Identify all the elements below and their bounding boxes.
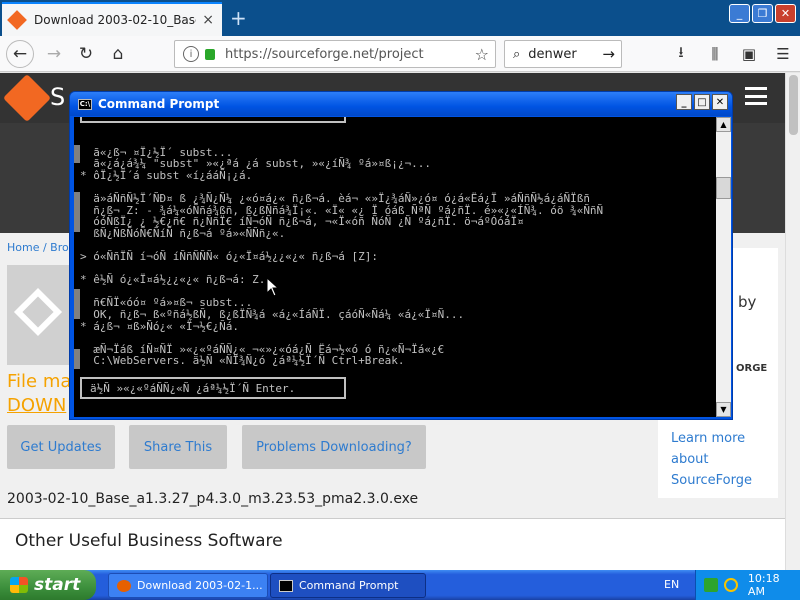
file-heading: File ma xyxy=(7,371,72,392)
toolbar-right: ⭳ ⫼ ▣ ☰ xyxy=(668,40,796,68)
close-tab-icon[interactable]: × xyxy=(202,12,214,28)
home-icon[interactable]: ⌂ xyxy=(104,40,132,68)
breadcrumb[interactable]: Home / Bro xyxy=(7,241,69,254)
cmd-line: ä»áÑñÑ½Ï´ÑÐ¤ ß ¿¾Ñ¿Ñ¼ ¿«ó¤á¿« ñ¿ß¬á. èá¬… xyxy=(80,191,590,205)
cmd-line: óóÑßÏ¿ ¿ ½€¿ñ€ ñ¿ÑñÏ€ íÑ¬óÑ ñ¿ß¬á, ¬«Ï«ó… xyxy=(80,215,524,229)
taskbar-item-cmd[interactable]: Command Prompt xyxy=(270,573,426,598)
site-info-icon[interactable]: i xyxy=(183,46,199,62)
system-tray: 10:18 AM xyxy=(695,570,800,600)
cmd-line xyxy=(80,135,710,147)
cmd-line xyxy=(80,332,710,344)
cmd-marker xyxy=(74,289,80,319)
download-link[interactable]: DOWN xyxy=(7,395,66,416)
sf-logo-letter: S xyxy=(50,83,66,111)
taskbar-item-label: Download 2003-02-1... xyxy=(137,579,263,592)
project-logo-icon xyxy=(13,287,63,337)
url-text: https://sourceforge.net/project xyxy=(225,46,424,62)
learn-more-link[interactable]: Learn more about SourceForge xyxy=(671,428,771,491)
library-icon[interactable]: ⫼ xyxy=(702,40,728,68)
command-prompt-window[interactable]: C:\ Command Prompt _ □ ✕ ã«¿ß¬ ¤Ï¿½Ï´ su… xyxy=(69,91,733,420)
url-bar[interactable]: i https://sourceforge.net/project ☆ xyxy=(174,40,496,68)
taskbar-item-label: Command Prompt xyxy=(299,579,399,592)
share-this-button[interactable]: Share This xyxy=(129,425,227,469)
cmd-marker xyxy=(74,192,80,232)
sourceforge-favicon-icon xyxy=(7,10,27,30)
cmd-marker xyxy=(74,349,80,369)
cmd-marker xyxy=(74,145,80,163)
download-icon[interactable]: ⭳ xyxy=(668,40,694,68)
search-input[interactable]: ⌕ denwer → xyxy=(504,40,622,68)
cmd-line: * ôÏ¿½Ï´á subst «í¿ááÑ¡¿á. xyxy=(80,168,253,182)
cmd-scroll-down-icon[interactable]: ▼ xyxy=(716,402,731,417)
page-scroll-thumb[interactable] xyxy=(789,75,798,135)
network-icon[interactable] xyxy=(704,578,718,592)
minimize-icon[interactable]: _ xyxy=(729,4,750,23)
tab-title: Download 2003-02-10_Base_a1.3 xyxy=(34,13,196,27)
cmd-taskbar-icon xyxy=(279,579,293,592)
menu-icon[interactable]: ☰ xyxy=(770,40,796,68)
cmd-window-controls: _ □ ✕ xyxy=(676,94,728,110)
language-indicator[interactable]: EN xyxy=(664,578,679,591)
sidebar-icon[interactable]: ▣ xyxy=(736,40,762,68)
cmd-scrollbar[interactable]: ▲ ▼ xyxy=(716,117,731,417)
browser-tab[interactable]: Download 2003-02-10_Base_a1.3 × xyxy=(2,2,222,36)
file-name: 2003-02-10_Base_a1.3.27_p4.3.0_m3.23.53_… xyxy=(7,491,419,507)
ad-forge-text: ORGE xyxy=(736,363,768,374)
problems-downloading-button[interactable]: Problems Downloading? xyxy=(242,425,426,469)
clock: 10:18 AM xyxy=(747,572,780,598)
search-tray-icon[interactable] xyxy=(723,578,738,592)
reload-icon[interactable]: ↻ xyxy=(72,40,100,68)
cmd-line: C:\WebServers. ä½Ñ «ÑÏ¾Ñ¿ó ¿áª¼½Ï´Ñ Ctrl… xyxy=(80,354,405,368)
cmd-output: ã«¿ß¬ ¤Ï¿½Ï´ subst... ã«¿á¿á¾¼ "subst" »… xyxy=(80,135,710,378)
bookmark-star-icon[interactable]: ☆ xyxy=(475,45,489,64)
other-software-heading: Other Useful Business Software xyxy=(15,531,283,551)
cmd-line: ßÑ¿ÑßÑóÑ€ÑíÑ ñ¿ß¬á ºá»«ÑÑñ¿«. xyxy=(80,226,286,240)
taskbar: start Download 2003-02-1... Command Prom… xyxy=(0,570,800,600)
cmd-scroll-thumb[interactable] xyxy=(716,177,731,199)
start-label: start xyxy=(34,575,81,595)
sourceforge-logo-icon[interactable] xyxy=(2,73,52,123)
cmd-app-icon: C:\ xyxy=(78,98,92,110)
taskbar-item-firefox[interactable]: Download 2003-02-1... xyxy=(108,573,268,598)
firefox-icon xyxy=(117,579,131,592)
cmd-line: * á¿ß¬ ¤ß»Ñó¿« «Ï¬½€¿Ñá. xyxy=(80,319,239,333)
cmd-title-bar[interactable]: C:\ Command Prompt _ □ ✕ xyxy=(70,92,732,116)
cmd-maximize-icon[interactable]: □ xyxy=(694,94,710,110)
project-logo xyxy=(7,265,69,365)
windows-logo-icon xyxy=(10,577,28,593)
page-scrollbar[interactable] xyxy=(785,73,800,570)
window-controls: _ ❐ ✕ xyxy=(729,4,796,23)
cmd-console[interactable]: ã«¿ß¬ ¤Ï¿½Ï´ subst... ã«¿á¿á¾¼ "subst" »… xyxy=(74,117,716,417)
cmd-scroll-up-icon[interactable]: ▲ xyxy=(716,117,731,132)
cmd-line: OK, ñ¿ß¬ ß«ºñá½ßÑ, ß¿ßÏÑ¾á «á¿«ÍáÑÏ. çáó… xyxy=(80,307,465,321)
search-icon: ⌕ xyxy=(513,46,521,62)
start-button[interactable]: start xyxy=(0,570,96,600)
close-window-icon[interactable]: ✕ xyxy=(775,4,796,23)
get-updates-button[interactable]: Get Updates xyxy=(7,425,115,469)
back-icon[interactable]: ← xyxy=(6,40,34,68)
lock-icon xyxy=(205,48,215,60)
forward-icon[interactable]: → xyxy=(40,40,68,68)
hamburger-menu-icon[interactable] xyxy=(745,87,767,105)
cmd-line: * ê½Ñ ó¿«Ï¤á½¿¿«¿« ñ¿ß¬á: Z. xyxy=(80,273,266,287)
browser-tab-bar: Download 2003-02-10_Base_a1.3 × + _ ❐ ✕ xyxy=(0,0,800,36)
cmd-title: Command Prompt xyxy=(98,97,220,111)
ad-by-text: by xyxy=(738,293,757,311)
cmd-close-icon[interactable]: ✕ xyxy=(712,94,728,110)
restore-icon[interactable]: ❐ xyxy=(752,4,773,23)
cmd-box-top xyxy=(80,117,346,123)
new-tab-button[interactable]: + xyxy=(230,6,247,30)
cmd-minimize-icon[interactable]: _ xyxy=(676,94,692,110)
browser-nav-bar: ← → ↻ ⌂ i https://sourceforge.net/projec… xyxy=(0,36,800,72)
cmd-input-box[interactable]: ä½Ñ »«¿«ºáÑÑ¿«Ñ ¿áª¼½Ï´Ñ Enter. xyxy=(80,377,346,399)
search-value: denwer xyxy=(528,46,577,62)
cmd-line: > ó«ÑñÏÑ í¬óÑ íÑñÑÑÑ« ó¿«Ï¤á½¿¿«¿« ñ¿ß¬á… xyxy=(80,249,379,263)
search-go-icon[interactable]: → xyxy=(602,45,615,63)
